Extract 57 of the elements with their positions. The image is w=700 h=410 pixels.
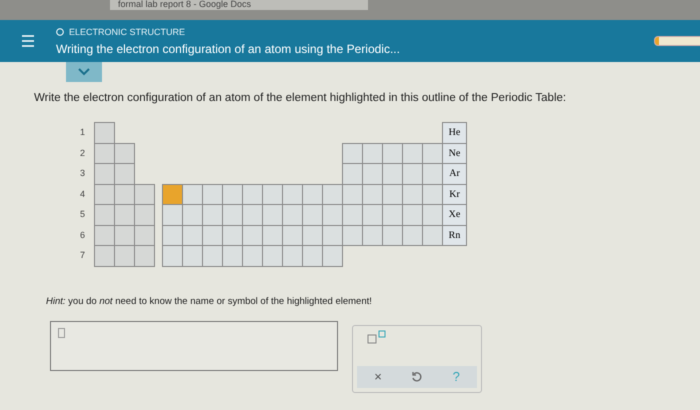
expand-button[interactable] [66, 62, 102, 82]
element-cell [134, 224, 155, 246]
element-cell [362, 142, 383, 164]
element-cell [342, 204, 363, 226]
undo-icon[interactable] [412, 371, 422, 382]
element-cell: Ne [442, 142, 467, 164]
element-cell [114, 245, 135, 266]
clear-button[interactable]: × [370, 369, 386, 384]
period-number: 5 [80, 208, 86, 222]
element-cell [134, 245, 155, 266]
period-number: 2 [80, 146, 86, 160]
period-number: 1 [80, 126, 86, 140]
element-cell [362, 163, 383, 184]
element-cell [382, 163, 403, 184]
element-cell [382, 204, 403, 226]
element-cell [422, 204, 443, 226]
element-cell [342, 224, 363, 246]
element-cell [422, 163, 443, 184]
element-cell [422, 142, 443, 164]
element-cell [94, 122, 115, 144]
element-cell [342, 142, 363, 164]
element-cell [114, 142, 135, 164]
circle-icon [56, 28, 64, 36]
element-cell: He [442, 122, 467, 144]
element-cell [94, 204, 115, 226]
element-cell [402, 224, 423, 246]
browser-tab[interactable]: formal lab report 8 - Google Docs [110, 0, 368, 10]
answer-field[interactable] [50, 320, 338, 370]
element-cell [134, 184, 155, 205]
element-cell [402, 204, 423, 226]
period-number: 6 [80, 228, 86, 242]
question-text: Write the electron configuration of an atom of the element highlighted in this outline of the Periodic Table: [34, 92, 568, 104]
chevron-down-icon [78, 68, 90, 76]
element-cell [402, 163, 423, 184]
element-cell: Rn [442, 224, 467, 246]
period-number: 3 [80, 167, 86, 180]
element-cell [94, 245, 115, 266]
element-cell [422, 224, 443, 246]
hint-text: Hint: you do not need to know the name or symbol of the highlighted element! [46, 296, 373, 306]
element-cell: Ar [442, 163, 467, 184]
page-title: Writing the electron configuration of an atom using the Periodic... [56, 42, 401, 56]
period-number: 4 [80, 188, 86, 201]
element-cell [382, 142, 403, 164]
element-cell [362, 204, 383, 226]
element-cell [402, 142, 423, 164]
topic-label: ELECTRONIC STRUCTURE [69, 26, 186, 36]
element-cell [114, 163, 135, 184]
element-cell: Kr [442, 184, 467, 205]
period-number: 7 [80, 249, 86, 262]
element-cell [114, 204, 135, 226]
element-cell: Xe [442, 204, 467, 226]
element-cell [382, 224, 403, 246]
element-cell [134, 204, 155, 226]
element-cell [94, 163, 115, 184]
menu-icon[interactable] [22, 35, 34, 47]
element-cell [362, 224, 383, 246]
element-cell [342, 163, 363, 184]
